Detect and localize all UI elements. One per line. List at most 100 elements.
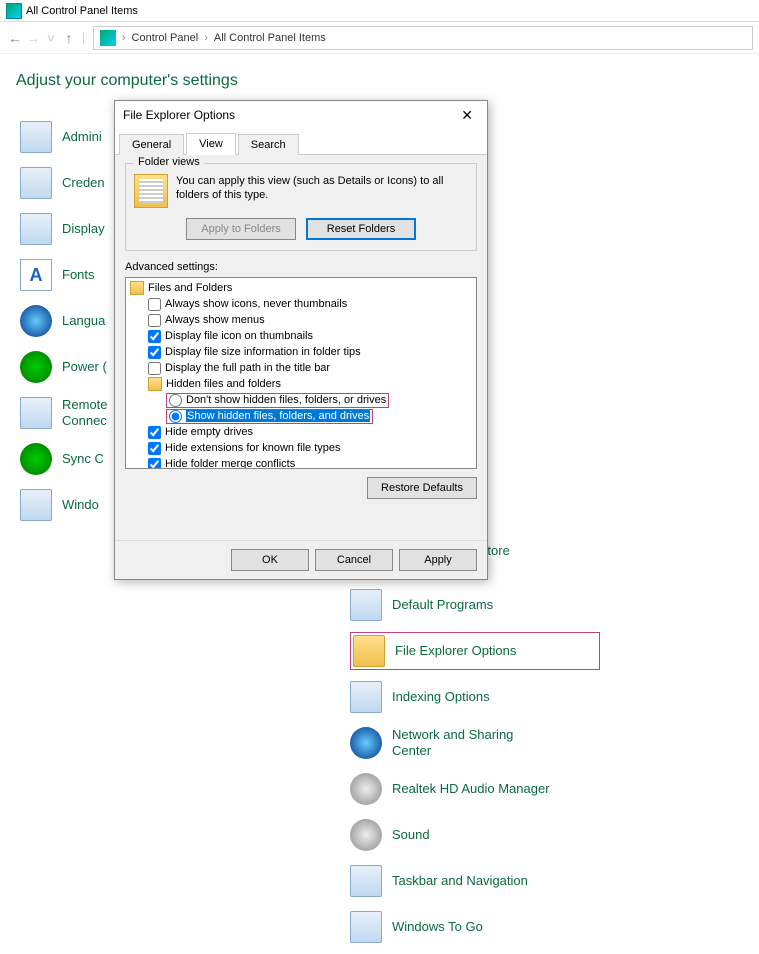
control-panel-item[interactable]: Sound <box>350 816 600 854</box>
tree-checkbox-item[interactable]: Always show icons, never thumbnails <box>126 296 476 312</box>
generic-icon <box>20 397 52 429</box>
sound-icon <box>350 773 382 805</box>
item-label: File Explorer Options <box>395 643 516 659</box>
dialog-footer: OK Cancel Apply <box>115 540 487 579</box>
item-label: Sound <box>392 827 430 843</box>
tree-checkbox-item[interactable]: Hide folder merge conflicts <box>126 456 476 469</box>
generic-icon <box>350 911 382 943</box>
radio-label: Show hidden files, folders, and drives <box>186 410 370 422</box>
folder-icon <box>353 635 385 667</box>
checkbox-input[interactable] <box>148 426 161 439</box>
item-label: Taskbar and Navigation <box>392 873 528 889</box>
checkbox-label: Display file size information in folder … <box>165 346 361 358</box>
close-icon[interactable]: ✕ <box>455 107 479 124</box>
checkbox-input[interactable] <box>148 330 161 343</box>
item-label: Windows To Go <box>392 919 483 935</box>
generic-icon <box>20 121 52 153</box>
crumb-sep-icon: › <box>120 32 128 44</box>
ok-button[interactable]: OK <box>231 549 309 571</box>
dialog-title: File Explorer Options <box>123 108 235 122</box>
radio-input[interactable] <box>169 410 182 423</box>
control-panel-item[interactable]: Network and SharingCenter <box>350 724 600 762</box>
tree-root-label: Files and Folders <box>148 282 232 294</box>
font-icon: A <box>20 259 52 291</box>
sound-icon <box>350 819 382 851</box>
tab-view[interactable]: View <box>186 133 236 155</box>
checkbox-input[interactable] <box>148 362 161 375</box>
checkbox-input[interactable] <box>148 298 161 311</box>
checkbox-input[interactable] <box>148 442 161 455</box>
checkbox-label: Display the full path in the title bar <box>165 362 330 374</box>
dialog-titlebar[interactable]: File Explorer Options ✕ <box>115 101 487 129</box>
apply-to-folders-button[interactable]: Apply to Folders <box>186 218 296 240</box>
breadcrumb-root[interactable]: Control Panel <box>128 32 203 44</box>
checkbox-input[interactable] <box>148 458 161 470</box>
control-panel-item[interactable]: Indexing Options <box>350 678 600 716</box>
item-label: RemoteConnec <box>62 397 108 428</box>
tab-general[interactable]: General <box>119 134 184 155</box>
generic-icon <box>350 681 382 713</box>
apply-button[interactable]: Apply <box>399 549 477 571</box>
checkbox-label: Display file icon on thumbnails <box>165 330 313 342</box>
folder-views-group: Folder views You can apply this view (su… <box>125 163 477 251</box>
generic-icon <box>20 213 52 245</box>
tab-strip: General View Search <box>115 129 487 155</box>
radio-dont-show-hidden[interactable]: Don't show hidden files, folders, or dri… <box>126 392 476 408</box>
restore-defaults-button[interactable]: Restore Defaults <box>367 477 477 499</box>
up-button[interactable]: ↑ <box>60 30 78 46</box>
dialog-body: Folder views You can apply this view (su… <box>115 155 487 505</box>
control-panel-item[interactable]: Realtek HD Audio Manager <box>350 770 600 808</box>
generic-icon <box>20 489 52 521</box>
forward-button[interactable]: → <box>24 30 42 46</box>
checkbox-label: Always show menus <box>165 314 265 326</box>
green-icon <box>20 443 52 475</box>
item-label: Display <box>62 221 105 237</box>
tree-checkbox-item[interactable]: Hide empty drives <box>126 424 476 440</box>
folder-views-icon <box>134 174 168 208</box>
item-label: Network and SharingCenter <box>392 727 513 758</box>
item-label: Windo <box>62 497 99 513</box>
crumb-sep-icon: › <box>202 32 210 44</box>
item-label: Default Programs <box>392 597 493 613</box>
item-label: Indexing Options <box>392 689 490 705</box>
file-explorer-options-dialog: File Explorer Options ✕ General View Sea… <box>114 100 488 580</box>
checkbox-label: Hide folder merge conflicts <box>165 458 295 469</box>
item-label: Power ( <box>62 359 107 375</box>
cancel-button[interactable]: Cancel <box>315 549 393 571</box>
back-button[interactable]: ← <box>6 30 24 46</box>
control-panel-item[interactable]: Taskbar and Navigation <box>350 862 600 900</box>
control-panel-item[interactable]: Windows To Go <box>350 908 600 946</box>
addressbar-icon <box>100 30 116 46</box>
recent-dropdown[interactable]: ˅ <box>42 30 60 46</box>
item-label: Fonts <box>62 267 95 283</box>
reset-folders-button[interactable]: Reset Folders <box>306 218 416 240</box>
tree-checkbox-item[interactable]: Always show menus <box>126 312 476 328</box>
tab-search[interactable]: Search <box>238 134 299 155</box>
checkbox-input[interactable] <box>148 346 161 359</box>
radio-input[interactable] <box>169 394 182 407</box>
checkbox-label: Hide empty drives <box>165 426 253 438</box>
window-title: All Control Panel Items <box>26 5 138 17</box>
tree-checkbox-item[interactable]: Display the full path in the title bar <box>126 360 476 376</box>
generic-icon <box>350 865 382 897</box>
group-label: Folder views <box>134 156 204 168</box>
folder-icon <box>148 377 162 391</box>
globe-icon <box>350 727 382 759</box>
address-bar[interactable]: › Control Panel › All Control Panel Item… <box>93 26 753 50</box>
control-panel-item[interactable]: File Explorer Options <box>350 632 600 670</box>
tree-checkbox-item[interactable]: Display file icon on thumbnails <box>126 328 476 344</box>
advanced-settings-label: Advanced settings: <box>125 261 477 273</box>
tree-hidden-group: Hidden files and folders <box>126 376 476 392</box>
checkbox-input[interactable] <box>148 314 161 327</box>
radio-show-hidden[interactable]: Show hidden files, folders, and drives <box>126 408 476 424</box>
tree-checkbox-item[interactable]: Hide extensions for known file types <box>126 440 476 456</box>
tree-checkbox-item[interactable]: Display file size information in folder … <box>126 344 476 360</box>
control-panel-item[interactable]: Default Programs <box>350 586 600 624</box>
item-label: Realtek HD Audio Manager <box>392 781 550 797</box>
advanced-settings-tree[interactable]: Files and Folders Always show icons, nev… <box>125 277 477 469</box>
window-titlebar: All Control Panel Items <box>0 0 759 22</box>
navigation-bar: ← → ˅ ↑ | › Control Panel › All Control … <box>0 22 759 54</box>
breadcrumb-current[interactable]: All Control Panel Items <box>210 32 330 44</box>
item-label: Creden <box>62 175 105 191</box>
checkbox-label: Always show icons, never thumbnails <box>165 298 347 310</box>
